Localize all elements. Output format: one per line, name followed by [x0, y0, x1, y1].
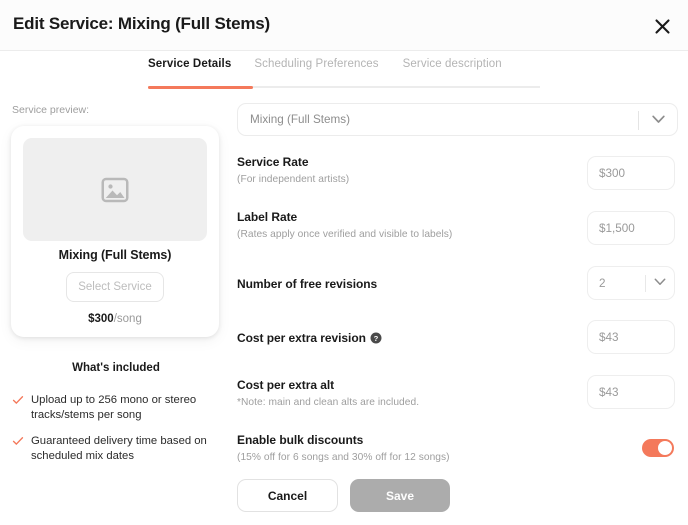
service-select-value: Mixing (Full Stems)	[250, 113, 351, 126]
cost-extra-revision-input[interactable]: $43	[587, 320, 675, 354]
preview-price-unit: /song	[113, 313, 142, 325]
check-icon	[12, 437, 24, 445]
tab-scheduling-preferences[interactable]: Scheduling Preferences	[254, 58, 378, 79]
check-icon	[12, 396, 24, 404]
whats-included-title: What's included	[72, 362, 160, 374]
free-revisions-value: 2	[599, 276, 606, 290]
service-rate-value: $300	[599, 166, 626, 180]
cancel-button[interactable]: Cancel	[237, 479, 338, 512]
save-button[interactable]: Save	[350, 479, 450, 512]
cost-extra-alt-input[interactable]: $43	[587, 375, 675, 409]
close-icon[interactable]	[646, 10, 678, 42]
service-preview-label: Service preview:	[12, 104, 90, 116]
chevron-down-icon	[654, 278, 666, 285]
select-service-button[interactable]: Select Service	[66, 272, 164, 302]
cost-extra-revision-text: Cost per extra revision	[237, 331, 366, 345]
close-icon-glyph	[654, 18, 670, 34]
page-title: Edit Service: Mixing (Full Stems)	[13, 14, 270, 33]
edit-service-modal: Edit Service: Mixing (Full Stems) Servic…	[0, 0, 688, 525]
tab-service-description[interactable]: Service description	[403, 58, 502, 79]
service-select[interactable]: Mixing (Full Stems)	[237, 103, 678, 136]
help-circle-icon[interactable]: ?	[370, 332, 382, 344]
cost-extra-alt-value: $43	[599, 385, 619, 399]
svg-text:?: ?	[374, 334, 379, 343]
service-thumbnail	[23, 138, 207, 241]
list-item-label: Upload up to 256 mono or stereo tracks/s…	[31, 394, 197, 421]
list-item-label: Guaranteed delivery time based on schedu…	[31, 435, 207, 462]
image-placeholder-icon	[101, 177, 129, 202]
bulk-discounts-toggle[interactable]	[642, 439, 674, 457]
cost-extra-revision-value: $43	[599, 330, 619, 344]
toggle-knob	[658, 441, 672, 455]
tab-service-details[interactable]: Service Details	[148, 58, 231, 79]
list-item: Upload up to 256 mono or stereo tracks/s…	[12, 393, 224, 423]
whats-included-list: Upload up to 256 mono or stereo tracks/s…	[12, 393, 224, 475]
label-rate-value: $1,500	[599, 221, 635, 235]
preview-service-name: Mixing (Full Stems)	[58, 248, 172, 262]
preview-price-amount: $300	[88, 313, 114, 325]
tab-underline-active	[148, 86, 253, 89]
chevron-down-icon	[652, 115, 665, 123]
bulk-discounts-label: Enable bulk discounts	[237, 433, 364, 447]
label-rate-input[interactable]: $1,500	[587, 211, 675, 245]
modal-header: Edit Service: Mixing (Full Stems)	[0, 0, 688, 51]
preview-price: $300/song	[11, 313, 219, 325]
select-divider	[638, 111, 639, 130]
bulk-discounts-sub: (15% off for 6 songs and 30% off for 12 …	[237, 452, 450, 463]
free-revisions-select[interactable]: 2	[587, 266, 675, 300]
service-form: Mixing (Full Stems) Service Rate (For in…	[237, 103, 679, 463]
service-rate-input[interactable]: $300	[587, 156, 675, 190]
list-item: Guaranteed delivery time based on schedu…	[12, 434, 224, 464]
row-bulk-discounts: Enable bulk discounts (15% off for 6 son…	[237, 433, 679, 463]
select-divider	[645, 275, 646, 292]
service-preview-card: Mixing (Full Stems) Select Service $300/…	[11, 126, 219, 337]
